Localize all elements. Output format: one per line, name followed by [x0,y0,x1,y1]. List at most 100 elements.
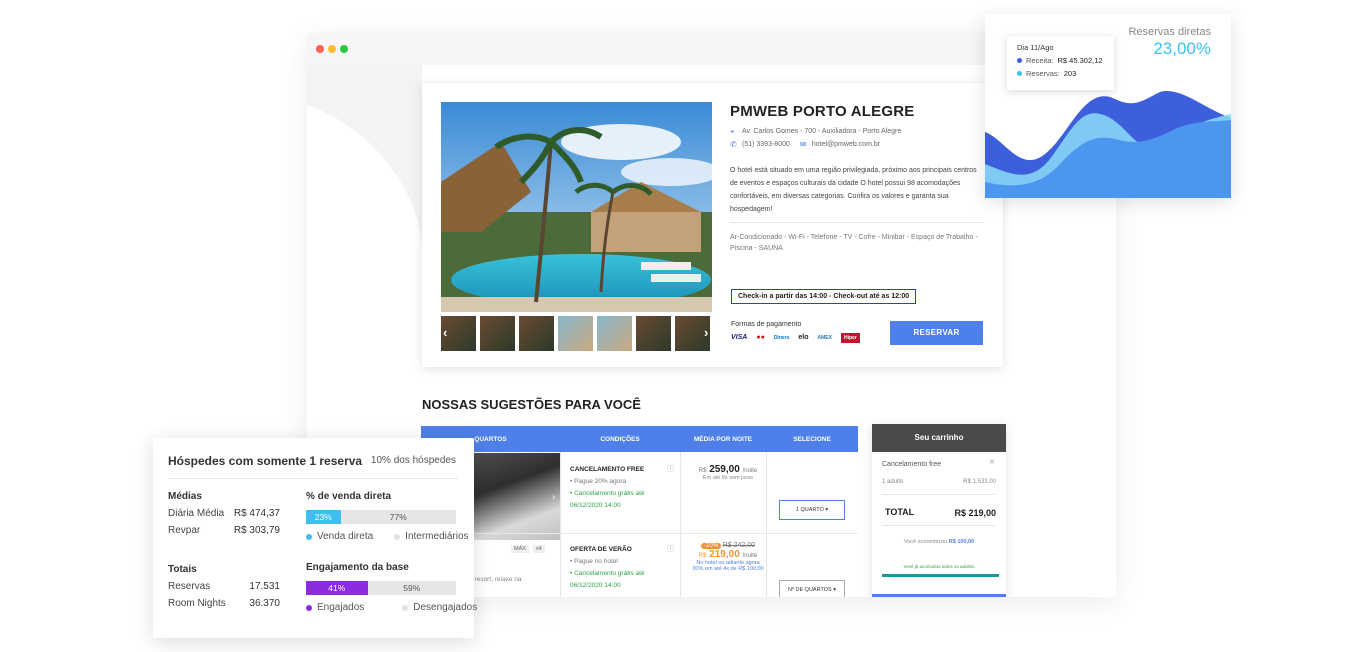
cart-savings: Você economizou R$ 100,00 [903,539,975,545]
thumbnail[interactable] [597,316,632,351]
engaged-segment: 41% [306,581,368,595]
hotel-name: PMWEB PORTO ALEGRE [730,103,915,120]
info-icon[interactable]: ⓘ [667,544,674,554]
suggestions-title: NOSSAS SUGESTÕES PARA VOCÊ [422,397,641,412]
thumbnail-strip [441,316,712,351]
cart-item-name: Cancelamento free [882,461,942,468]
disengaged-segment: 59% [403,583,421,593]
chevron-down-icon: ▾ [833,587,836,593]
hotel-description: O hotel está situado em uma região privi… [730,167,977,213]
daily-average-label: Diária Média [168,508,225,519]
cart-guests: 1 adulto [882,479,904,485]
chevron-right-icon[interactable]: › [704,325,708,340]
mastercard-logo: ●● [756,334,765,341]
direct-sales-heading: % de venda direta [306,491,392,502]
hotel-amenities: Ar-Condicionado - Wi-Fi - Telefone - TV … [730,234,978,252]
hipercard-logo: Hiper [840,333,860,343]
reserve-button[interactable]: RESERVAR [890,321,983,345]
minimize-window-icon[interactable] [328,45,336,53]
cart-bottom-accent [872,594,1006,597]
room-quantity-select[interactable]: 1 QUARTO ▾ [779,500,845,520]
room-price: R$ 219,00 /noite [698,549,758,560]
checkin-info-box: Check-in a partir das 14:00 - Check-out … [731,289,917,304]
condition-cell: OFERTA DE VERÃO • Pague no hotel • Cance… [570,546,645,592]
intermediaries-segment: 77% [389,512,407,522]
condition-title: CANCELAMENTO FREE [570,466,645,473]
divider [730,222,985,223]
tooltip-revenue-row: Receita: R$ 45.302,12 [1017,56,1104,65]
direct-sales-bar: 23% 77% [306,510,456,524]
condition-cell: CANCELAMENTO FREE • Pague 20% agora • Ca… [570,466,645,512]
cart-total-value: R$ 219,00 [954,508,996,518]
thumbnail[interactable] [519,316,554,351]
room-nights-value: 36.370 [249,598,280,609]
condition-line: • Pague no hotel [570,558,618,565]
maximize-window-icon[interactable] [340,45,348,53]
thumbnail[interactable] [480,316,515,351]
direct-sales-segment: 23% [306,510,341,524]
condition-line: • Pague 20% agora [570,478,627,485]
max-occupancy-badge: MÁX [511,545,529,553]
stats-subtitle: 10% dos hóspedes [370,455,456,466]
header-conditions: CONDIÇÕES [600,435,640,443]
price-cell: R$ 259,00 /noite Em até 8x sem juros [693,464,763,481]
direct-sales-legend: Venda direta Intermediários [306,531,469,542]
revpar-value: R$ 303,79 [233,525,280,536]
tooltip-reservations-row: Reservas: 203 [1017,69,1104,78]
hotel-email[interactable]: hotel@pmweb.com.br [812,138,880,151]
hotel-phone[interactable]: (51) 3393-8000 [742,138,790,151]
info-icon[interactable]: ⓘ [667,464,674,474]
price-note: No hotel ou adiante agora 30% em até 4x … [692,560,764,572]
divider [168,478,458,479]
price-note: Em até 8x sem juros [702,475,754,481]
discount-row: -10% R$ 242,00 [691,542,765,549]
condition-title: OFERTA DE VERÃO [570,546,632,553]
cart-progress-bar [882,574,999,577]
hotel-address: Av. Carlos Gomes - 700 - Auxiliadora - P… [742,128,902,135]
rooms-table: QUARTOS CONDIÇÕES MÉDIA POR NOITE SELECI… [421,426,858,597]
thumbnail[interactable] [636,316,671,351]
payments-label: Formas de pagamento [731,321,802,328]
daily-average-value: R$ 474,37 [233,508,280,519]
thumbnail[interactable] [558,316,593,351]
revenue-dot-icon [1017,58,1022,63]
revpar-label: Revpar [168,525,201,536]
cart-item-price: R$ 1.533,00 [963,479,996,485]
chevron-down-icon: ▾ [825,507,829,513]
email-icon: ✉ [799,139,807,149]
engaged-dot-icon [306,604,312,611]
reservations-dot-icon [1017,71,1022,76]
close-icon[interactable]: × [989,457,995,468]
hotel-main-photo[interactable] [441,102,712,312]
elo-logo: elo [798,334,809,341]
condition-line: 06/12/2020 14:00 [570,502,621,509]
close-window-icon[interactable] [316,45,324,53]
location-icon: ⌖ [730,126,735,136]
cart-title: Seu carrinho [872,424,1006,452]
room-price: R$ 259,00 /noite [698,464,758,475]
cart-total-label: TOTAL [885,507,915,517]
price-cell: -10% R$ 242,00 R$ 219,00 /noite No hotel… [691,542,765,572]
hotel-card: ‹ › PMWEB PORTO ALEGRE ⌖ Av. Carlos Gome… [422,83,1003,367]
intermediaries-dot-icon [394,533,401,540]
chart-tooltip: Dia 11/Ago Receita: R$ 45.302,12 Reserva… [1007,36,1114,90]
room-nights-label: Room Nights [168,598,226,609]
header-select: SELECIONE [793,435,831,443]
condition-line: 06/12/2020 14:00 [570,582,621,589]
direct-sales-dot-icon [306,533,312,540]
visa-logo: VISA [731,334,748,341]
engagement-bar: 41% 59% [306,581,456,595]
divider [882,525,996,526]
header-average-price: MÉDIA POR NOITE [693,435,753,443]
hotel-contact-info: ⌖ Av. Carlos Gomes - 700 - Auxiliadora -… [730,125,901,151]
engagement-legend: Engajados Desengajados [306,602,477,613]
room-quantity-select[interactable]: Nº DE QUARTOS ▾ [779,580,845,597]
totals-heading: Totais [168,564,197,575]
condition-line: • Cancelamento grátis até [570,570,645,577]
old-price: R$ 242,00 [722,542,755,549]
chevron-left-icon[interactable]: ‹ [443,325,447,340]
divider [882,494,996,495]
rooms-table-header: QUARTOS CONDIÇÕES MÉDIA POR NOITE SELECI… [421,426,858,452]
direct-reservations-card: Reservas diretas 23,00% Dia 11/Ago Recei… [985,14,1231,198]
averages-heading: Médias [168,491,202,502]
